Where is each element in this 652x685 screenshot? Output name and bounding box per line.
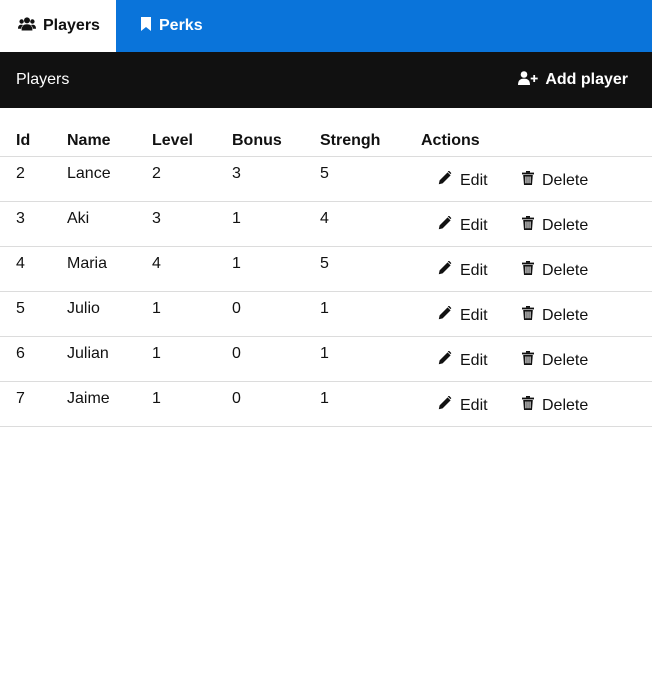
table-row: 4 Maria 4 1 5 Edit Delete bbox=[0, 246, 652, 292]
cell-name: Julian bbox=[67, 336, 152, 382]
add-player-label: Add player bbox=[545, 71, 628, 88]
col-level: Level bbox=[152, 129, 232, 157]
cell-level: 1 bbox=[152, 381, 232, 427]
table-row: 6 Julian 1 0 1 Edit Delete bbox=[0, 336, 652, 382]
delete-label: Delete bbox=[542, 396, 589, 414]
tab-players[interactable]: Players bbox=[0, 0, 116, 52]
col-strength: Strengh bbox=[320, 129, 421, 157]
delete-label: Delete bbox=[542, 171, 589, 189]
table-row: 7 Jaime 1 0 1 Edit Delete bbox=[0, 381, 652, 427]
cell-level: 4 bbox=[152, 246, 232, 292]
trash-icon bbox=[522, 306, 542, 325]
table-row: 5 Julio 1 0 1 Edit Delete bbox=[0, 291, 652, 337]
cell-actions: Edit Delete bbox=[421, 156, 652, 202]
delete-button[interactable]: Delete bbox=[522, 351, 588, 370]
col-name: Name bbox=[67, 129, 152, 157]
pencil-icon bbox=[438, 260, 460, 280]
cell-id: 6 bbox=[0, 336, 67, 382]
col-id: Id bbox=[0, 129, 67, 157]
edit-label: Edit bbox=[460, 171, 488, 189]
cell-strength: 5 bbox=[320, 246, 421, 292]
cell-actions: Edit Delete bbox=[421, 381, 652, 427]
delete-button[interactable]: Delete bbox=[522, 306, 588, 325]
cell-level: 3 bbox=[152, 201, 232, 247]
cell-actions: Edit Delete bbox=[421, 291, 652, 337]
edit-button[interactable]: Edit bbox=[438, 395, 522, 415]
cell-id: 3 bbox=[0, 201, 67, 247]
table-row: 3 Aki 3 1 4 Edit Delete bbox=[0, 201, 652, 247]
edit-label: Edit bbox=[460, 261, 488, 279]
cell-name: Maria bbox=[67, 246, 152, 292]
pencil-icon bbox=[438, 395, 460, 415]
delete-button[interactable]: Delete bbox=[522, 171, 588, 190]
trash-icon bbox=[522, 171, 542, 190]
cell-name: Aki bbox=[67, 201, 152, 247]
trash-icon bbox=[522, 351, 542, 370]
cell-actions: Edit Delete bbox=[421, 336, 652, 382]
table-row: 2 Lance 2 3 5 Edit Delete bbox=[0, 156, 652, 202]
cell-name: Jaime bbox=[67, 381, 152, 427]
cell-level: 2 bbox=[152, 156, 232, 202]
cell-name: Julio bbox=[67, 291, 152, 337]
trash-icon bbox=[522, 216, 542, 235]
cell-bonus: 0 bbox=[232, 291, 320, 337]
trash-icon bbox=[522, 396, 542, 415]
pencil-icon bbox=[438, 350, 460, 370]
edit-button[interactable]: Edit bbox=[438, 350, 522, 370]
tab-players-label: Players bbox=[43, 17, 100, 34]
col-actions: Actions bbox=[421, 129, 652, 157]
cell-id: 7 bbox=[0, 381, 67, 427]
players-table: Id Name Level Bonus Strengh Actions 2 Lan… bbox=[0, 129, 652, 427]
cell-bonus: 1 bbox=[232, 246, 320, 292]
page-title: Players bbox=[16, 71, 70, 88]
cell-actions: Edit Delete bbox=[421, 201, 652, 247]
col-bonus: Bonus bbox=[232, 129, 320, 157]
edit-label: Edit bbox=[460, 396, 488, 414]
user-plus-icon bbox=[518, 70, 545, 90]
delete-button[interactable]: Delete bbox=[522, 216, 588, 235]
trash-icon bbox=[522, 261, 542, 280]
cell-id: 2 bbox=[0, 156, 67, 202]
delete-label: Delete bbox=[542, 351, 589, 369]
cell-actions: Edit Delete bbox=[421, 246, 652, 292]
add-player-button[interactable]: Add player bbox=[518, 70, 628, 90]
users-icon bbox=[18, 16, 43, 36]
delete-label: Delete bbox=[542, 216, 589, 234]
cell-level: 1 bbox=[152, 336, 232, 382]
tab-perks-label: Perks bbox=[159, 17, 203, 34]
delete-button[interactable]: Delete bbox=[522, 261, 588, 280]
table-header-row: Id Name Level Bonus Strengh Actions bbox=[0, 129, 652, 157]
tab-bar: Players Perks bbox=[0, 0, 652, 52]
pencil-icon bbox=[438, 305, 460, 325]
cell-name: Lance bbox=[67, 156, 152, 202]
pencil-icon bbox=[438, 170, 460, 190]
cell-bonus: 0 bbox=[232, 381, 320, 427]
cell-id: 5 bbox=[0, 291, 67, 337]
cell-strength: 4 bbox=[320, 201, 421, 247]
edit-label: Edit bbox=[460, 306, 488, 324]
delete-button[interactable]: Delete bbox=[522, 396, 588, 415]
cell-strength: 1 bbox=[320, 291, 421, 337]
cell-strength: 1 bbox=[320, 336, 421, 382]
cell-strength: 5 bbox=[320, 156, 421, 202]
edit-label: Edit bbox=[460, 216, 488, 234]
edit-button[interactable]: Edit bbox=[438, 260, 522, 280]
cell-level: 1 bbox=[152, 291, 232, 337]
cell-bonus: 1 bbox=[232, 201, 320, 247]
cell-id: 4 bbox=[0, 246, 67, 292]
page-header: Players Add player bbox=[0, 52, 652, 108]
pencil-icon bbox=[438, 215, 460, 235]
edit-button[interactable]: Edit bbox=[438, 305, 522, 325]
edit-button[interactable]: Edit bbox=[438, 170, 522, 190]
delete-label: Delete bbox=[542, 261, 589, 279]
cell-bonus: 3 bbox=[232, 156, 320, 202]
edit-button[interactable]: Edit bbox=[438, 215, 522, 235]
bookmark-icon bbox=[140, 16, 159, 36]
edit-label: Edit bbox=[460, 351, 488, 369]
tab-perks[interactable]: Perks bbox=[116, 0, 221, 52]
cell-bonus: 0 bbox=[232, 336, 320, 382]
delete-label: Delete bbox=[542, 306, 589, 324]
cell-strength: 1 bbox=[320, 381, 421, 427]
